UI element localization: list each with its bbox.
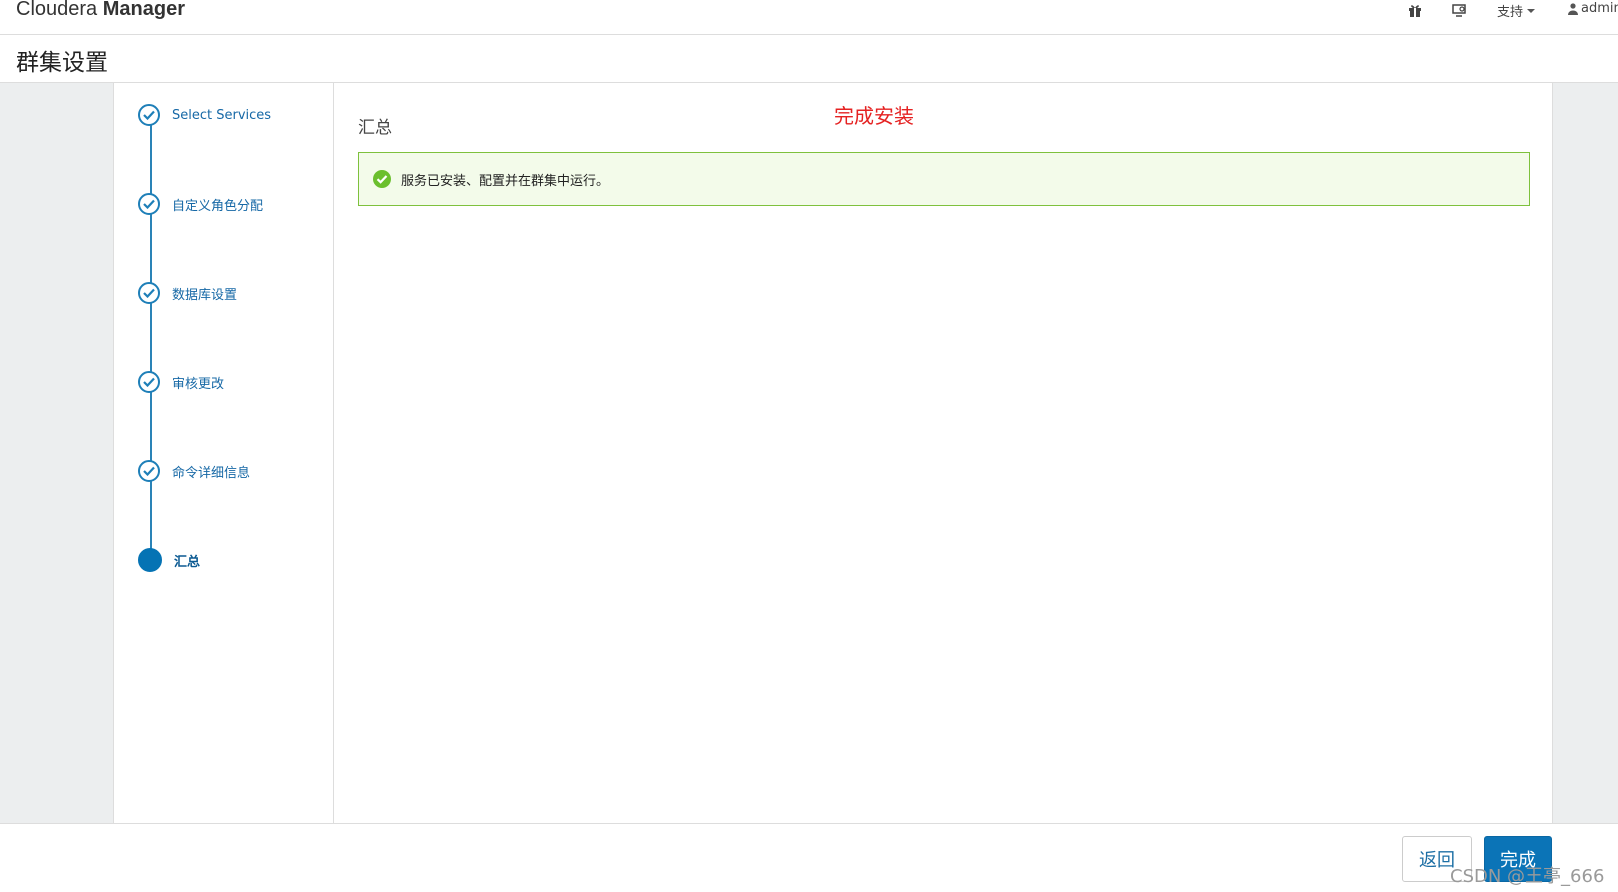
step-label: 命令详细信息 xyxy=(172,465,251,481)
user-icon xyxy=(1568,2,1578,15)
wizard-step-role-assignment[interactable]: 自定义角色分配 xyxy=(138,193,263,215)
support-menu[interactable]: 支持 xyxy=(1497,1,1536,20)
top-navbar: Cloudera Manager 支持 admin xyxy=(0,0,1618,35)
brand-name-part1: Cloudera xyxy=(16,0,98,20)
step-connector-line xyxy=(150,119,152,569)
step-label: 审核更改 xyxy=(172,376,225,392)
annotation-text: 完成安装 xyxy=(834,104,914,128)
user-label: admin xyxy=(1581,1,1618,16)
support-label: 支持 xyxy=(1497,5,1524,20)
main-area: Select Services 自定义角色分配 数据库设置 审核更改 命令详细信… xyxy=(0,83,1618,823)
success-check-icon xyxy=(373,170,391,188)
page-header: 群集设置 xyxy=(0,35,1618,83)
step-label: 数据库设置 xyxy=(172,287,238,303)
check-icon xyxy=(138,282,160,304)
brand-name-part2: Manager xyxy=(102,0,185,20)
page-title: 群集设置 xyxy=(16,50,108,76)
success-alert: 服务已安装、配置并在群集中运行。 xyxy=(358,152,1530,206)
section-title: 汇总 xyxy=(358,118,392,138)
monitor-icon[interactable] xyxy=(1451,2,1467,18)
check-icon xyxy=(138,193,160,215)
brand-logo[interactable]: Cloudera Manager xyxy=(16,0,185,22)
wizard-step-summary[interactable]: 汇总 xyxy=(138,548,200,572)
watermark-text: CSDN @王亭_666 xyxy=(1450,866,1605,887)
step-label: Select Services xyxy=(172,107,272,123)
wizard-step-command-details[interactable]: 命令详细信息 xyxy=(138,460,250,482)
user-menu[interactable]: admin xyxy=(1568,1,1618,16)
step-label: 汇总 xyxy=(174,554,201,570)
current-step-dot-icon xyxy=(138,548,162,572)
step-label: 自定义角色分配 xyxy=(172,198,264,214)
wizard-step-database-setup[interactable]: 数据库设置 xyxy=(138,282,237,304)
alert-message: 服务已安装、配置并在群集中运行。 xyxy=(401,173,610,189)
check-icon xyxy=(138,460,160,482)
check-icon xyxy=(138,104,160,126)
wizard-step-review-changes[interactable]: 审核更改 xyxy=(138,371,224,393)
wizard-step-select-services[interactable]: Select Services xyxy=(138,104,271,126)
gift-icon[interactable] xyxy=(1407,2,1423,18)
chevron-down-icon xyxy=(1527,8,1536,13)
wizard-panel: Select Services 自定义角色分配 数据库设置 审核更改 命令详细信… xyxy=(113,83,1553,823)
check-icon xyxy=(138,371,160,393)
wizard-content: 完成安装 汇总 服务已安装、配置并在群集中运行。 xyxy=(334,83,1552,823)
wizard-footer: 返回 完成 CSDN @王亭_666 xyxy=(0,823,1618,892)
wizard-steps: Select Services 自定义角色分配 数据库设置 审核更改 命令详细信… xyxy=(114,83,334,823)
